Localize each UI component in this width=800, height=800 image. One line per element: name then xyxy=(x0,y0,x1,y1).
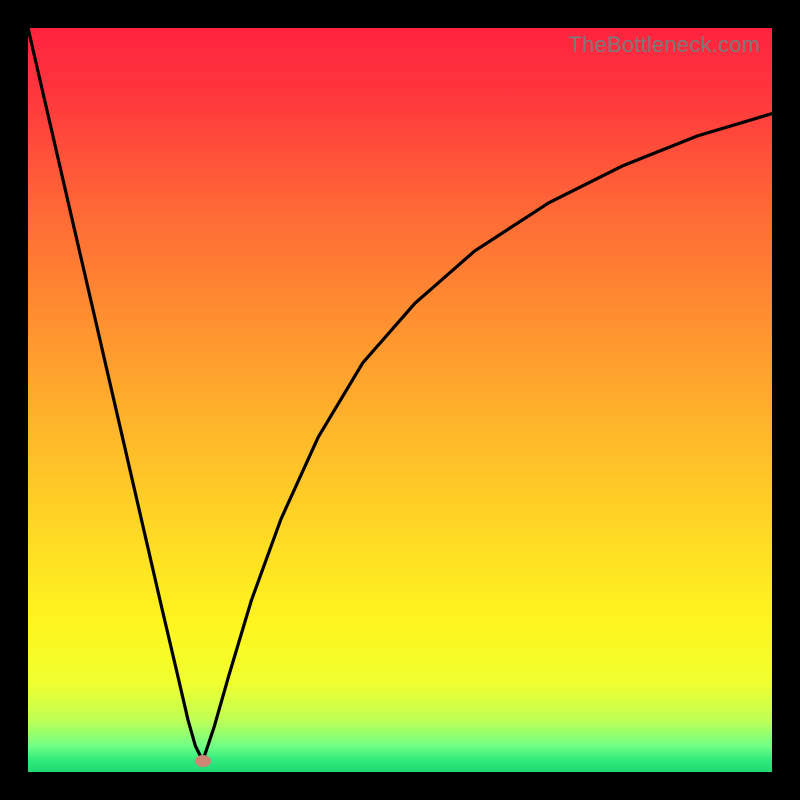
optimum-marker xyxy=(195,755,211,767)
plot-area: TheBottleneck.com xyxy=(28,28,772,772)
background-gradient xyxy=(28,28,772,772)
watermark-text: TheBottleneck.com xyxy=(568,32,760,58)
chart-frame: TheBottleneck.com xyxy=(0,0,800,800)
